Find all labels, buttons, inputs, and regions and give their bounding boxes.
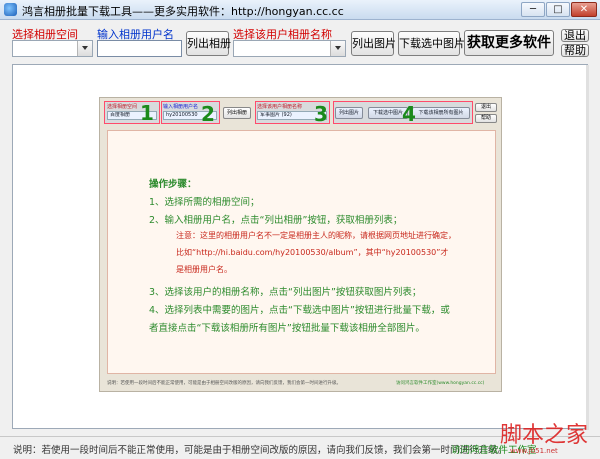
download-selected-button[interactable]: 下载选中图片: [398, 31, 465, 56]
chevron-down-icon[interactable]: [330, 41, 345, 56]
username-input[interactable]: [97, 40, 182, 57]
instruction-note-line-2: 比如“http://hi.baidu.com/hy20100530/album”…: [176, 248, 449, 257]
instructions-area: 操作步骤： 1、选择所需的相册空间； 2、输入相册用户名，点击“列出相册”按钮，…: [107, 130, 496, 374]
preview-footer-link: 访问鸿言软件工作室(www.hongyan.cc.cc): [396, 381, 485, 386]
album-name-select[interactable]: [233, 40, 346, 57]
instruction-note-line-1: 注意：这里的相册用户名不一定是相册主人的昵称，请根据网页地址进行确定，: [176, 231, 456, 240]
preview-help-button: 帮助: [475, 114, 497, 123]
vertical-scrollbar[interactable]: [586, 65, 589, 430]
list-images-button[interactable]: 列出图片: [351, 31, 396, 56]
app-icon: [4, 3, 17, 16]
watermark-logo: 脚本之家: [500, 423, 589, 448]
preview-footer-text: 说明：若使用一段时间后不能正常使用，可能是由于相册空间改版的原因，请向我们反馈，…: [107, 381, 341, 386]
exit-button[interactable]: 退出: [561, 29, 589, 42]
get-more-software-button[interactable]: 获取更多软件: [464, 30, 554, 56]
window-title: 鸿言相册批量下载工具——更多实用软件：http://hongyan.cc.cc: [22, 5, 344, 18]
chevron-down-icon[interactable]: [77, 41, 92, 56]
step-number-2: 2: [201, 102, 215, 126]
step-number-4: 4: [402, 102, 416, 126]
instruction-step-4-line-1: 4、选择列表中需要的图片，点击“下载选中图片”按钮进行批量下载，或: [149, 305, 450, 316]
preview-exit-button: 退出: [475, 103, 497, 112]
tutorial-image: 选择相册空间 百度相册 输入相册用户名 hy20100530 列出相册 选择该用…: [99, 97, 502, 392]
status-text: 说明：若使用一段时间后不能正常使用，可能是由于相册空间改版的原因，请向我们反馈，…: [13, 445, 508, 456]
instruction-note-line-3: 是相册用户名。: [176, 265, 232, 274]
instruction-step-1: 1、选择所需的相册空间；: [149, 197, 260, 208]
preview-list-albums-button: 列出相册: [223, 107, 251, 119]
minimize-button[interactable]: ─: [521, 2, 545, 17]
list-albums-button[interactable]: 列出相册: [186, 31, 231, 56]
watermark-url: www.jb51.net: [510, 447, 558, 455]
help-button[interactable]: 帮助: [561, 44, 589, 57]
instructions-heading: 操作步骤：: [149, 179, 197, 190]
album-space-select[interactable]: [12, 40, 93, 57]
close-button[interactable]: ✕: [571, 2, 597, 17]
instruction-step-4-line-2: 者直接点击“下载该相册所有图片”按钮批量下载该相册全部图片。: [149, 323, 425, 334]
step-number-1: 1: [140, 101, 154, 125]
instruction-step-3: 3、选择该用户的相册名称，点击“列出图片”按钮获取图片列表；: [149, 287, 422, 298]
step-number-3: 3: [314, 102, 328, 126]
title-bar: 鸿言相册批量下载工具——更多实用软件：http://hongyan.cc.cc …: [0, 0, 600, 20]
instruction-step-2: 2、输入相册用户名，点击“列出相册”按钮，获取相册列表；: [149, 215, 403, 226]
maximize-button[interactable]: □: [546, 2, 570, 17]
